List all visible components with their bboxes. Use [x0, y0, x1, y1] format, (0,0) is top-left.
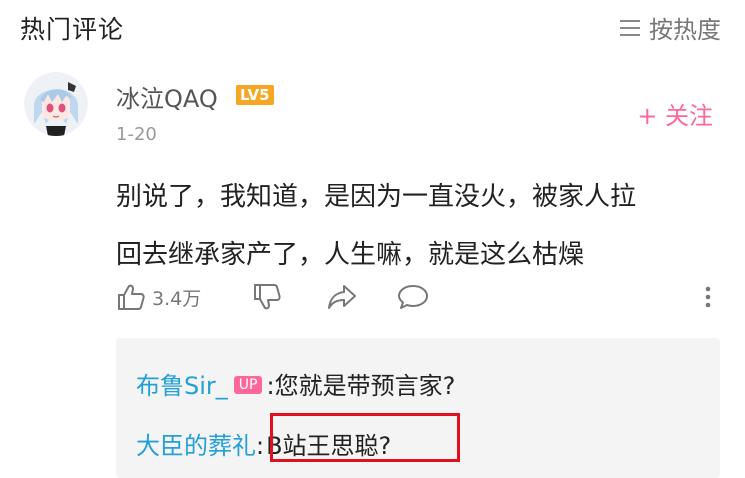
avatar-anime-icon [24, 72, 88, 136]
highlight-box [270, 413, 460, 462]
list-sort-icon [620, 19, 640, 36]
sort-by-popularity-button[interactable]: 按热度 [619, 10, 721, 45]
share-button[interactable] [326, 282, 358, 312]
user-level-badge: LV5 [236, 85, 274, 105]
dislike-button[interactable] [252, 282, 282, 312]
reply-separator: : [256, 432, 265, 460]
up-badge: UP [233, 376, 263, 394]
reply-item[interactable]: 布鲁Sir_ UP:您就是带预言家? [136, 366, 455, 401]
comment-text-line: 别说了，我知道，是因为一直没火，被家人拉 [116, 182, 637, 212]
reply-username[interactable]: 大臣的葬礼 [136, 432, 256, 460]
thumbs-down-icon [254, 284, 281, 310]
hot-comments-title: 热门评论 [20, 15, 125, 44]
comment-actions: 3.4万 [116, 282, 726, 316]
comment-bubble-icon [398, 285, 428, 309]
reply-button[interactable] [396, 282, 430, 312]
reply-username[interactable]: 布鲁Sir_ [136, 372, 228, 400]
comment-username[interactable]: 冰泣QAQ [116, 79, 218, 114]
comment-text: 别说了，我知道，是因为一直没火，被家人拉 回去继承家产了，人生嘛，就是这么枯燥 [116, 168, 716, 284]
more-vertical-icon [705, 286, 711, 308]
like-count: 3.4万 [152, 287, 202, 310]
comment-text-line: 回去继承家产了，人生嘛，就是这么枯燥 [116, 240, 585, 270]
share-arrow-icon [328, 285, 356, 309]
avatar[interactable] [24, 72, 88, 136]
comments-header: 热门评论 按热度 [0, 0, 745, 60]
reply-text: 您就是带预言家? [274, 372, 456, 400]
thumbs-up-icon [118, 284, 145, 310]
more-options-button[interactable] [702, 282, 714, 312]
follow-button[interactable]: + 关注 [637, 96, 713, 131]
like-button[interactable]: 3.4万 [116, 282, 201, 312]
sort-label: 按热度 [649, 16, 721, 44]
comment-date: 1-20 [116, 124, 157, 145]
reply-separator: : [266, 372, 275, 400]
